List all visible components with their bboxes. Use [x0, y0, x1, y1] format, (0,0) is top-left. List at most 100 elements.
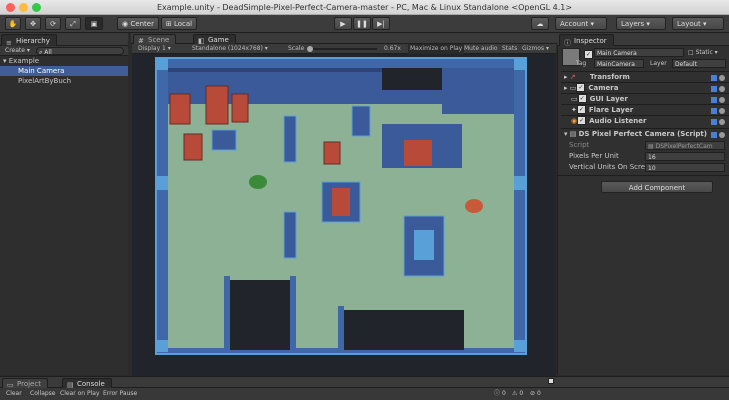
display-label: Display 1 [138, 45, 166, 52]
script-field[interactable]: ▤ DSPixelPerfectCam [645, 141, 725, 150]
warning-count-toggle[interactable]: ⚠ 0 [512, 388, 523, 400]
script-icon: ▤ [569, 130, 577, 138]
create-label: Create [5, 47, 25, 54]
zoom-window-button[interactable] [32, 3, 41, 12]
resolution-dropdown[interactable]: Standalone (1024x768) ▾ [192, 44, 268, 54]
scale-value: 0.67x [384, 45, 401, 52]
scene-root-item[interactable]: ▾ Example [0, 56, 128, 66]
pivot-center-button[interactable]: ◉ Center [117, 17, 159, 30]
error-icon: ⊘ [530, 390, 536, 397]
component-menu-icons[interactable] [709, 107, 725, 114]
static-toggle[interactable]: □ Static ▾ [688, 48, 718, 57]
script-label: Script [569, 141, 590, 149]
move-tool-icon[interactable]: ✥ [25, 17, 41, 30]
tab-scene[interactable]: # Scene [133, 34, 177, 45]
account-dropdown[interactable]: Account ▾ [555, 17, 607, 30]
error-count-toggle[interactable]: ⊘ 0 [530, 388, 541, 400]
close-window-button[interactable] [6, 3, 15, 12]
component-pixel-perfect-camera[interactable]: ▾ ▤ DS Pixel Perfect Camera (Script) [561, 128, 729, 140]
component-menu-icons[interactable] [709, 96, 725, 103]
display-dropdown[interactable]: Display 1 ▾ [138, 44, 171, 54]
tag-dropdown[interactable]: MainCamera [594, 59, 644, 68]
error-count: 0 [536, 390, 541, 397]
hierarchy-item-pixelart[interactable]: PixelArtByBuch [0, 76, 128, 86]
component-menu-icons[interactable] [709, 131, 725, 138]
scale-slider[interactable] [307, 46, 377, 52]
layer-value: Default [675, 61, 697, 68]
clear-button[interactable]: Clear [6, 388, 22, 400]
ppu-label: Pixels Per Unit [569, 152, 619, 160]
clear-on-play-toggle[interactable]: Clear on Play [60, 388, 100, 400]
object-name-field[interactable]: Main Camera [594, 48, 684, 57]
log-count-toggle[interactable]: ⓘ 0 [494, 388, 506, 400]
warning-count: 0 [519, 390, 524, 397]
collapse-toggle[interactable]: Collapse [30, 388, 56, 400]
search-placeholder: All [44, 49, 52, 56]
add-component-button[interactable]: Add Component [601, 181, 713, 193]
audio-icon: ◉ [571, 117, 578, 125]
maximize-console-icon[interactable] [548, 378, 554, 384]
window-title: Example.unity - DeadSimple-Pixel-Perfect… [156, 3, 573, 12]
camera-enabled-checkbox[interactable]: ✓ [576, 82, 586, 92]
hierarchy-search-input[interactable]: ⌕ All [36, 47, 124, 56]
component-menu-icons[interactable] [709, 74, 725, 81]
ppu-row: Pixels Per Unit 16 [561, 151, 729, 162]
dungeon-map [132, 54, 556, 376]
step-button[interactable]: ▶| [372, 17, 390, 30]
hierarchy-toolbar: Create ▾ ⌕ All [0, 46, 128, 56]
inspector-tab-label: Inspector [574, 37, 607, 45]
hierarchy-tab-label: Hierarchy [16, 37, 50, 45]
tab-hierarchy[interactable]: ≡ Hierarchy [1, 34, 57, 47]
minimize-window-button[interactable] [19, 3, 28, 12]
component-audio-listener[interactable]: ◉ ✓ Audio Listener [561, 115, 729, 127]
rect-tool-icon[interactable]: ▣ [85, 17, 103, 30]
console-toolbar: Clear Collapse Clear on Play Error Pause… [0, 388, 729, 400]
expand-arrow-icon: ▾ [3, 57, 7, 65]
component-menu-icons[interactable] [709, 85, 725, 92]
info-icon: ⓘ [494, 390, 501, 397]
ppu-input[interactable]: 16 [645, 152, 725, 161]
flare-layer-checkbox[interactable]: ✓ [576, 104, 586, 114]
active-checkbox[interactable]: ✓ [584, 50, 593, 59]
stats-toggle[interactable]: Stats [502, 44, 517, 54]
layout-dropdown[interactable]: Layout ▾ [672, 17, 724, 30]
hand-tool-icon[interactable]: ✋ [5, 17, 21, 30]
game-tab-label: Game [208, 36, 229, 44]
play-button[interactable]: ▶ [334, 17, 352, 30]
scene-tab-label: Scene [148, 36, 170, 44]
vertical-units-input[interactable]: 10 [645, 163, 725, 172]
pause-button[interactable]: ❚❚ [353, 17, 371, 30]
search-icon: ⌕ [39, 49, 43, 56]
error-pause-toggle[interactable]: Error Pause [103, 388, 137, 400]
audio-listener-checkbox[interactable]: ✓ [577, 115, 587, 125]
collapse-arrow-icon: ▸ [564, 84, 568, 92]
game-view[interactable] [132, 54, 556, 376]
hierarchy-item-main-camera[interactable]: Main Camera [0, 66, 128, 76]
scale-slider-handle[interactable] [307, 46, 313, 52]
rotate-tool-icon[interactable]: ⟳ [45, 17, 61, 30]
pivot-local-button[interactable]: ⊞ Local [161, 17, 197, 30]
tab-game[interactable]: ◧ Game [193, 34, 236, 45]
layer-label: Layer [650, 60, 667, 67]
layers-dropdown[interactable]: Layers ▾ [616, 17, 666, 30]
gui-layer-icon: ▭ [571, 95, 578, 103]
resolution-label: Standalone (1024x768) [192, 45, 263, 52]
project-tab-label: Project [17, 380, 41, 388]
inspector-header: ⓘ Inspector [557, 33, 729, 47]
cloud-icon[interactable]: ☁ [531, 17, 549, 30]
gizmos-dropdown[interactable]: Gizmos ▾ [522, 44, 549, 54]
camera-icon: ▭ [569, 84, 577, 92]
tag-label: Tag [576, 60, 587, 67]
account-label: Account [560, 20, 589, 28]
mute-audio-toggle[interactable]: Mute audio [464, 44, 498, 54]
scale-tool-icon[interactable]: ⤢ [65, 17, 81, 30]
layer-dropdown[interactable]: Default [672, 59, 726, 68]
maximize-on-play-toggle[interactable]: Maximize on Play [408, 44, 465, 54]
gui-layer-checkbox[interactable]: ✓ [577, 93, 587, 103]
create-dropdown[interactable]: Create ▾ [5, 46, 30, 56]
game-view-toolbar: Display 1 ▾ Standalone (1024x768) ▾ Scal… [132, 44, 556, 54]
component-menu-icons[interactable] [709, 118, 725, 125]
static-checkbox[interactable]: □ [688, 49, 694, 56]
audio-listener-label: Audio Listener [589, 117, 647, 125]
tab-inspector[interactable]: ⓘ Inspector [559, 34, 614, 47]
